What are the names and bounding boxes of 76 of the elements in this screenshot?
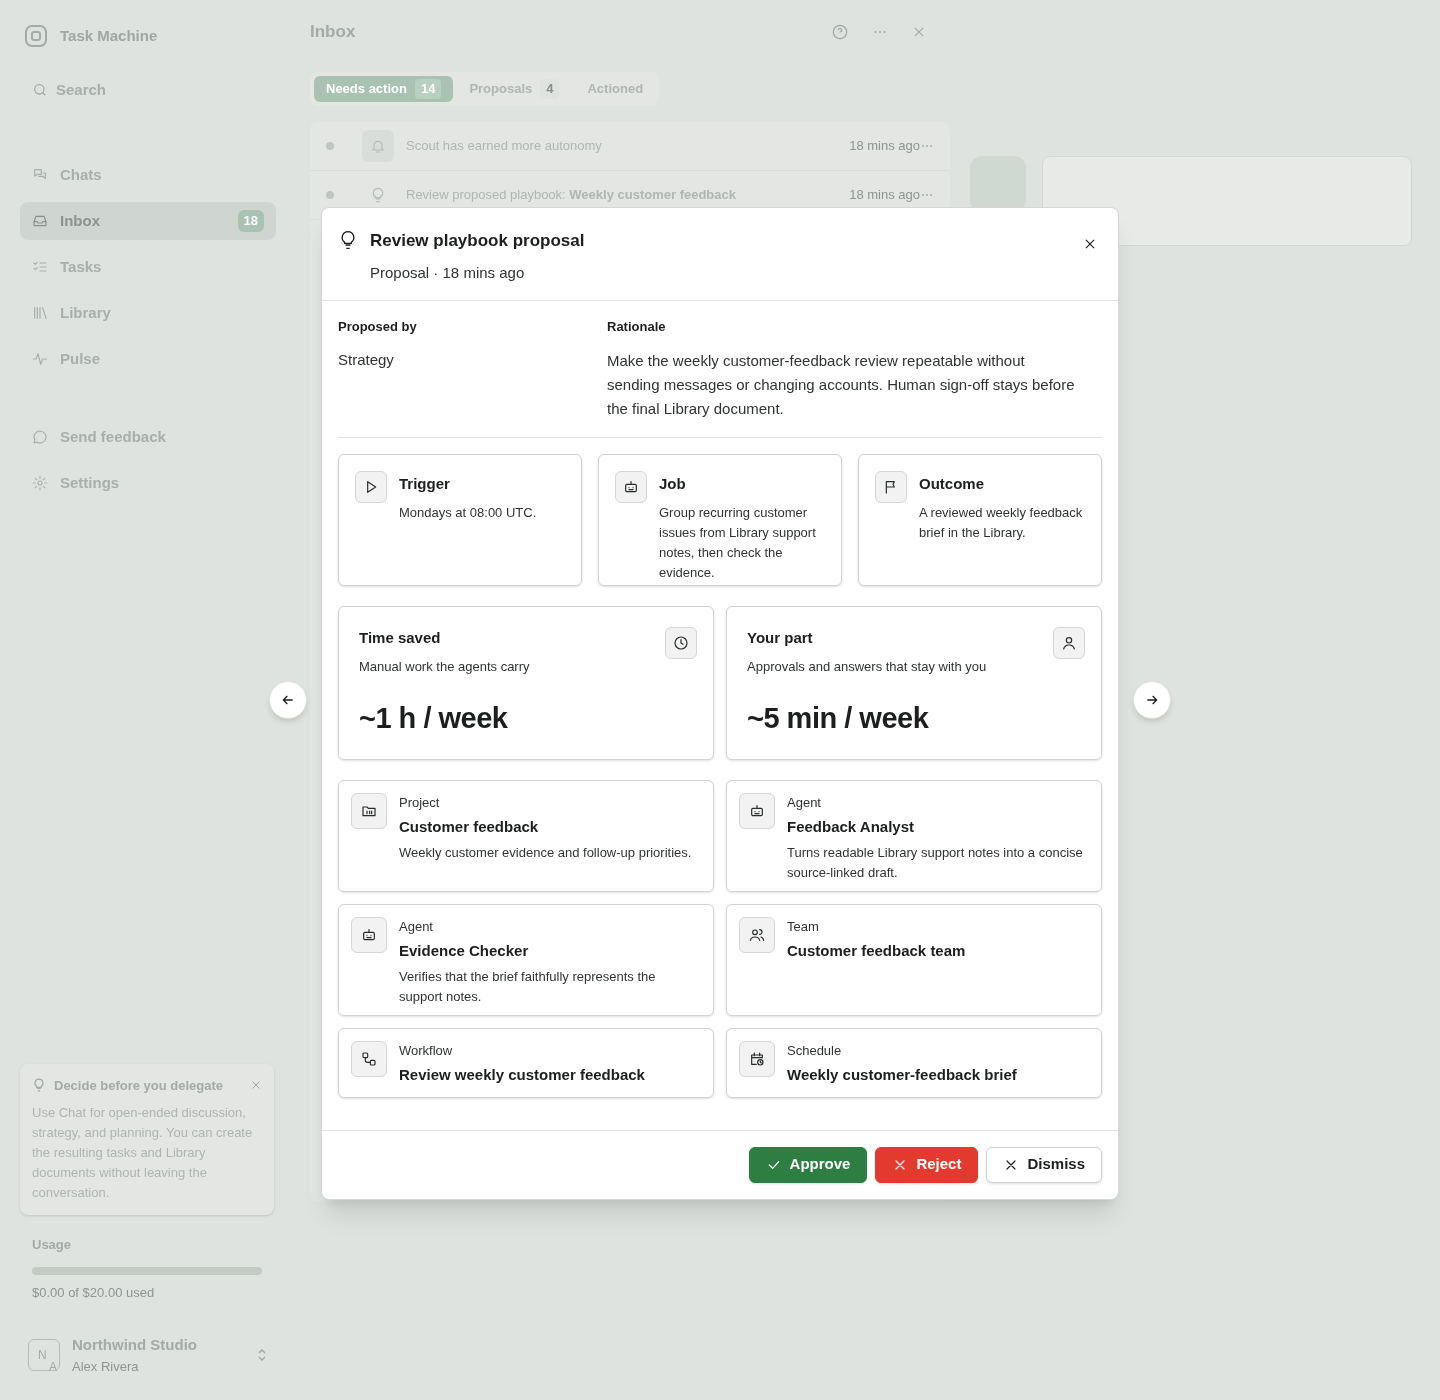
reject-button[interactable]: Reject <box>875 1146 979 1183</box>
rationale-text: Make the weekly customer-feedback review repeatable without sending messages or changing accounts. Human sign-off stays before the final Library document. <box>607 350 1076 419</box>
robot-icon <box>361 926 377 943</box>
resource-type: Project <box>399 793 441 812</box>
previous-button[interactable] <box>269 681 307 719</box>
robot-icon <box>749 802 765 819</box>
dismiss-button[interactable]: Dismiss <box>986 1146 1102 1183</box>
resource-type: Team <box>787 917 820 936</box>
user-name: Alex Rivera <box>72 1357 140 1376</box>
resource-type: Agent <box>787 793 822 812</box>
chevron-updown-icon[interactable] <box>256 1347 268 1363</box>
workspace-name: Northwind Studio <box>72 1335 197 1355</box>
usage-label: Usage <box>32 1236 73 1254</box>
next-button[interactable] <box>1133 681 1171 719</box>
chat-bubble-icon <box>32 429 48 445</box>
lightbulb-icon <box>32 1078 46 1093</box>
step-title: Job <box>659 473 687 494</box>
count-badge: 18 <box>237 210 264 232</box>
estimate-title: Your part <box>747 627 813 648</box>
resource-type: Agent <box>399 917 434 936</box>
resource-title: Evidence Checker <box>399 941 530 961</box>
resource-text: Verifies that the brief faithfully represents the support notes. <box>399 967 657 1006</box>
sidebar-item[interactable]: Inbox 18 <box>20 202 276 240</box>
resource-title: Customer feedback team <box>787 941 966 961</box>
step-text: A reviewed weekly feedback brief in the Library. <box>919 504 1084 542</box>
estimate-value: ~1 h / week <box>359 700 509 736</box>
resource-type: Schedule <box>787 1041 843 1060</box>
checklist-icon <box>32 259 48 275</box>
resource-text: Weekly customer evidence and follow-up priorities. <box>399 843 692 862</box>
pulse-icon <box>32 351 48 367</box>
tab-count: 14 <box>414 79 442 99</box>
resource-title: Customer feedback <box>399 817 540 837</box>
step-title: Outcome <box>919 473 985 494</box>
field-label: Rationale <box>607 318 667 336</box>
avatar-initial: A <box>49 1361 57 1373</box>
user-icon <box>1061 634 1077 651</box>
page-title: Inbox <box>310 21 356 44</box>
estimate-value: ~5 min / week <box>747 700 930 736</box>
usage-reading: $0.00 of $20.00 used <box>32 1283 156 1302</box>
users-icon <box>749 926 765 943</box>
estimate-text: Manual work the agents carry <box>359 658 531 676</box>
dialog-title: Review playbook proposal <box>370 230 585 252</box>
help-icon[interactable] <box>832 24 848 40</box>
resource-type: Workflow <box>399 1041 454 1060</box>
search-icon <box>32 82 48 98</box>
step-title: Trigger <box>399 473 451 494</box>
lightbulb-icon <box>370 187 386 203</box>
resource-title: Feedback Analyst <box>787 817 915 837</box>
row-time: 18 mins ago <box>849 137 920 156</box>
robot-icon <box>623 478 639 495</box>
row-time: 18 mins ago <box>849 186 920 205</box>
estimate-text: Approvals and answers that stay with you <box>747 658 988 676</box>
workflow-icon <box>361 1050 377 1067</box>
inbox-tray-icon <box>32 213 48 229</box>
tab[interactable]: Needs action 14 <box>314 76 454 102</box>
resource-title: Review weekly customer feedback <box>399 1065 645 1085</box>
close-icon <box>1083 237 1097 251</box>
clock-icon <box>673 634 689 651</box>
avatar-initial: N <box>38 1349 47 1361</box>
app-logo-icon <box>24 24 48 48</box>
step-text: Mondays at 08:00 UTC. <box>399 504 537 522</box>
app-name: Task Machine <box>60 25 158 46</box>
tip-title: Decide before you delegate <box>54 1076 224 1095</box>
field-label: Proposed by <box>338 318 418 336</box>
calendar-clock-icon <box>749 1050 765 1067</box>
bell-icon <box>370 138 386 154</box>
resource-text: Turns readable Library support notes into a concise source-linked draft. <box>787 843 1084 882</box>
close-icon[interactable] <box>912 25 926 39</box>
approve-button[interactable]: Approve <box>748 1146 868 1183</box>
dialog-subtitle: Proposal · 18 mins ago <box>370 262 526 283</box>
resource-title: Weekly customer-feedback brief <box>787 1065 1017 1085</box>
step-text: Group recurring customer issues from Library support notes, then check the evidence. <box>659 504 817 582</box>
tab-count: 4 <box>540 79 560 99</box>
estimate-title: Time saved <box>359 627 441 648</box>
books-icon <box>32 305 48 321</box>
field-value: Strategy <box>338 349 395 370</box>
